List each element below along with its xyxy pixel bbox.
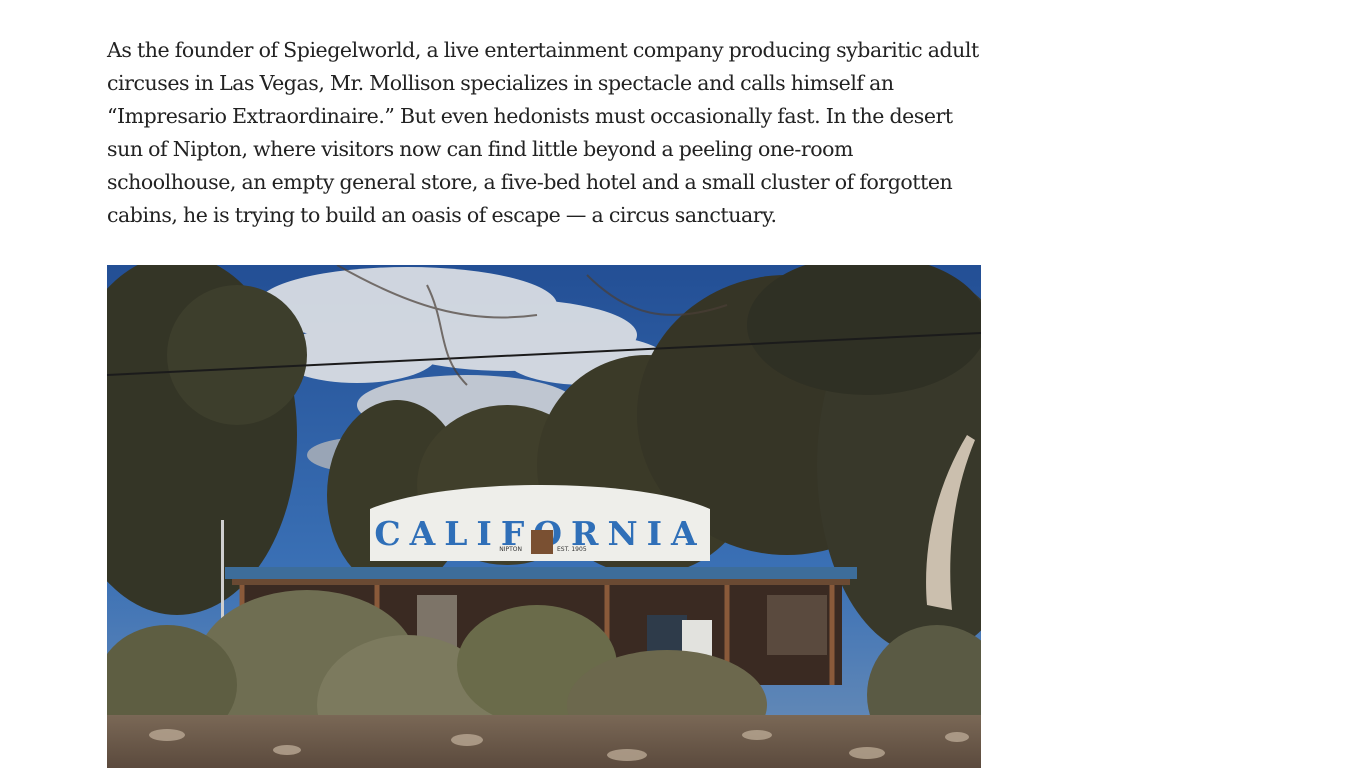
article-paragraph: As the founder of Spiegelworld, a live e… <box>107 38 979 227</box>
sign-right-text: EST. 1905 <box>557 546 587 553</box>
sign-vent <box>531 530 553 554</box>
building-roof <box>225 567 857 579</box>
article-body: As the founder of Spiegelworld, a live e… <box>107 34 987 232</box>
sign-left-text: NIPTON <box>499 546 522 553</box>
ground <box>107 715 981 768</box>
article-photo: CALIFORNIA NIPTON EST. 1905 <box>107 265 981 768</box>
